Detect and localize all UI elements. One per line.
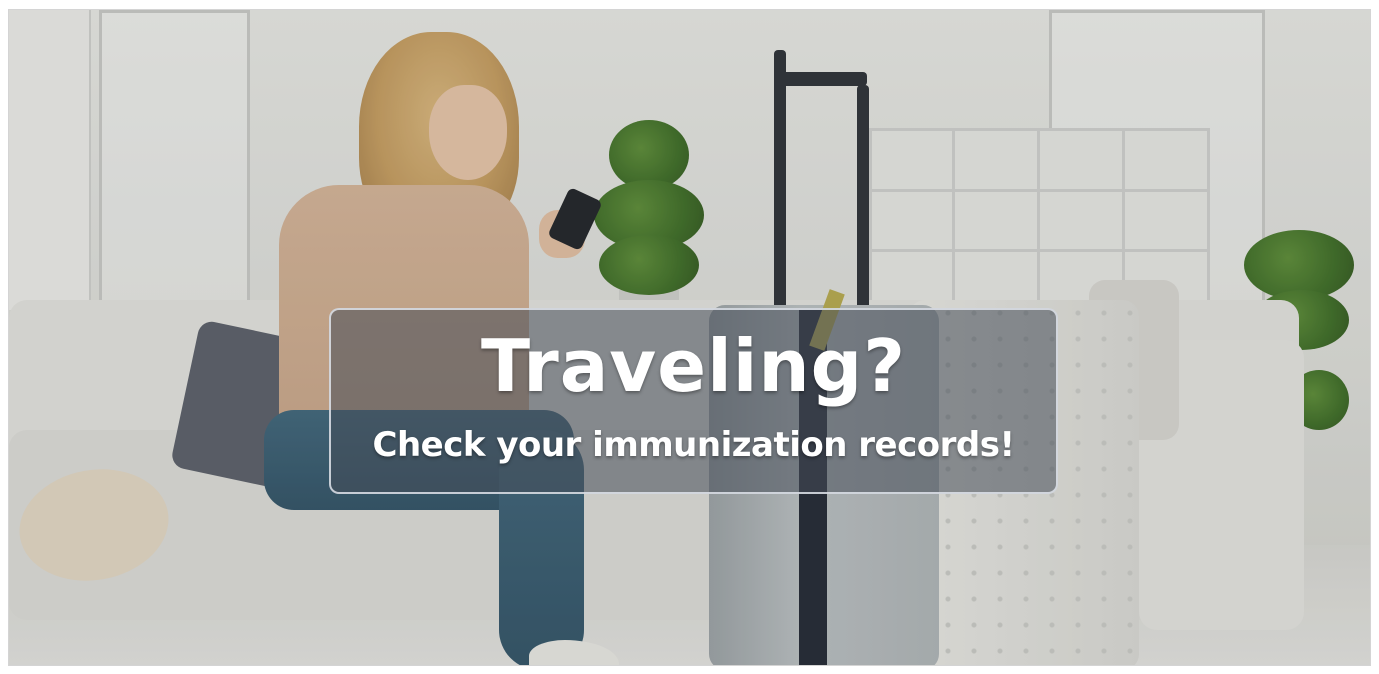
message-banner: Traveling? Check your immunization recor… bbox=[329, 308, 1058, 494]
banner-subtitle: Check your immunization records! bbox=[372, 425, 1015, 465]
promo-banner-image: Traveling? Check your immunization recor… bbox=[8, 9, 1371, 666]
banner-title: Traveling? bbox=[481, 324, 906, 408]
